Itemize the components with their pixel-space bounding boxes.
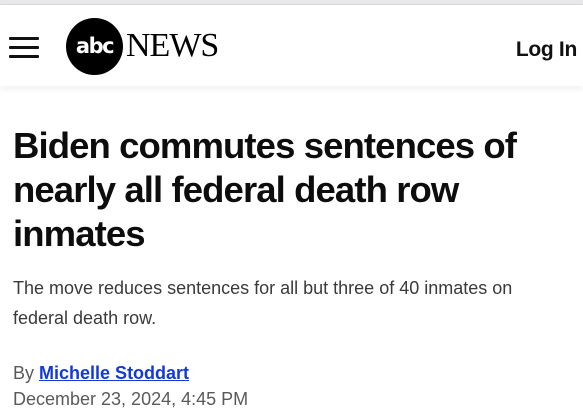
abc-logo-circle: abc: [66, 17, 123, 75]
news-logo-text: NEWS: [126, 27, 219, 64]
abc-logo-text: abc: [75, 34, 115, 58]
page: abc NEWS Log In Biden commutes sentences…: [0, 0, 583, 419]
byline: By Michelle Stoddart: [13, 361, 570, 385]
menu-bar-middle: [9, 46, 39, 49]
publish-timestamp: December 23, 2024, 4:45 PM: [13, 389, 249, 409]
article-headline: Biden commutes sentences of nearly all f…: [13, 125, 517, 254]
login-button[interactable]: Log In: [516, 38, 577, 62]
author-link[interactable]: Michelle Stoddart: [39, 363, 189, 383]
article-dek: The move reduces sentences for all but t…: [13, 278, 513, 328]
menu-bar-top: [9, 37, 39, 40]
abc-news-logo[interactable]: abc NEWS: [66, 17, 219, 75]
menu-bar-bottom: [9, 55, 39, 58]
hamburger-menu-icon[interactable]: [9, 35, 39, 59]
byline-prefix: By: [13, 363, 35, 383]
article: Biden commutes sentences of nearly all f…: [0, 124, 583, 411]
site-header: abc NEWS Log In: [0, 5, 583, 86]
